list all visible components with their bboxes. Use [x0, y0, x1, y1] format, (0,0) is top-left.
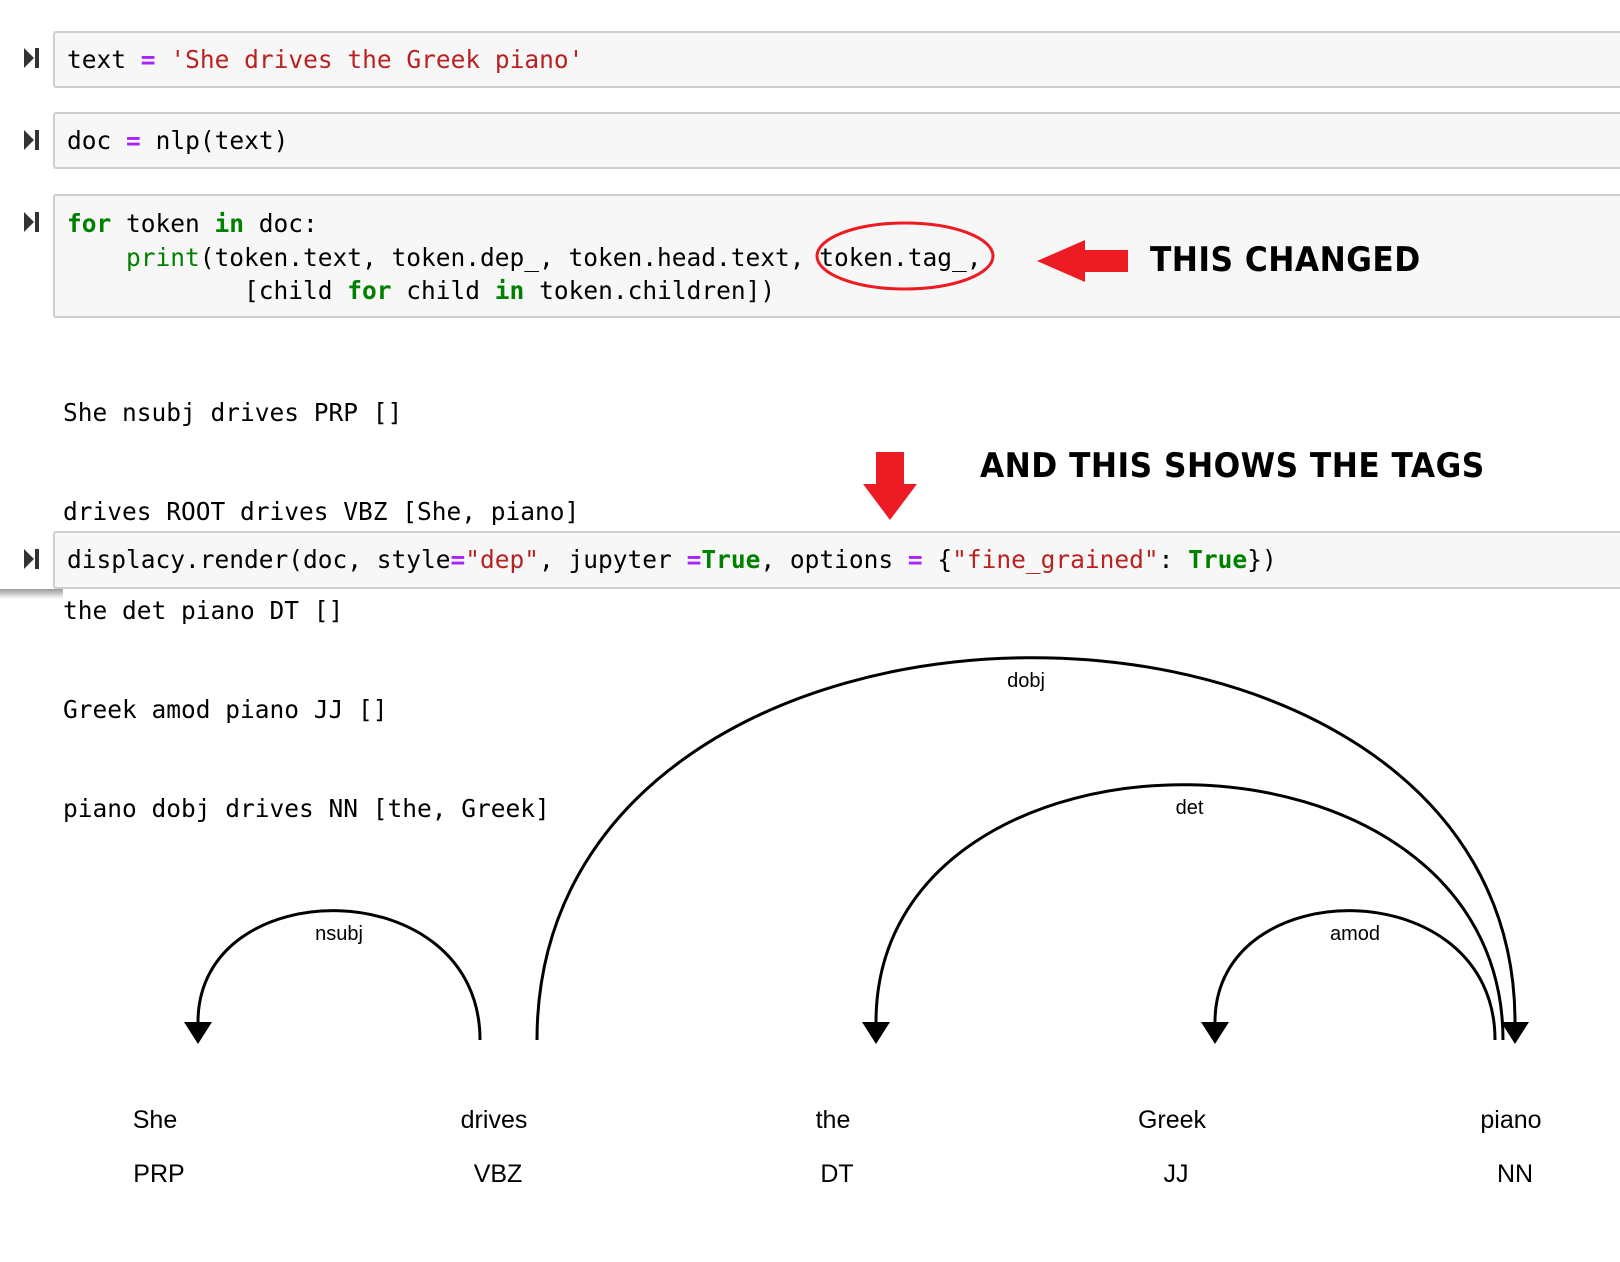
arrowhead-icon — [862, 1022, 890, 1044]
dep-arc-label: amod — [1330, 923, 1380, 945]
annotation-shows-tags: AND THIS SHOWS THE TAGS — [980, 446, 1485, 486]
dep-word: drives — [461, 1106, 528, 1134]
arrowhead-icon — [1501, 1022, 1529, 1044]
dep-tag: DT — [820, 1160, 853, 1188]
dep-arc — [874, 783, 1505, 1041]
dep-word: Greek — [1138, 1106, 1207, 1134]
output-scroll-shadow — [0, 589, 63, 599]
dependency-diagram: She PRP drives VBZ the DT Greek JJ piano NN nsubj d… — [133, 656, 1542, 1188]
dep-tag: PRP — [133, 1160, 184, 1188]
down-arrow-icon — [863, 452, 917, 520]
annotation-this-changed: THIS CHANGED — [1150, 240, 1421, 280]
annotation-overlay — [815, 221, 1128, 520]
dep-arc-label: dobj — [1007, 670, 1045, 692]
dep-word: She — [133, 1106, 177, 1134]
dep-tag: NN — [1497, 1160, 1533, 1188]
highlight-ellipse — [815, 221, 995, 291]
dep-tag: JJ — [1164, 1160, 1189, 1188]
dep-arc-label: nsubj — [315, 923, 363, 945]
arrowhead-icon — [184, 1022, 212, 1044]
left-arrow-icon — [1037, 240, 1128, 282]
dep-tag: VBZ — [474, 1160, 523, 1188]
dep-word: the — [816, 1106, 851, 1134]
dep-arc-label: det — [1176, 797, 1204, 819]
dep-arc — [535, 656, 1517, 1041]
dep-word: piano — [1480, 1106, 1541, 1134]
arrowhead-icon — [1201, 1022, 1229, 1044]
